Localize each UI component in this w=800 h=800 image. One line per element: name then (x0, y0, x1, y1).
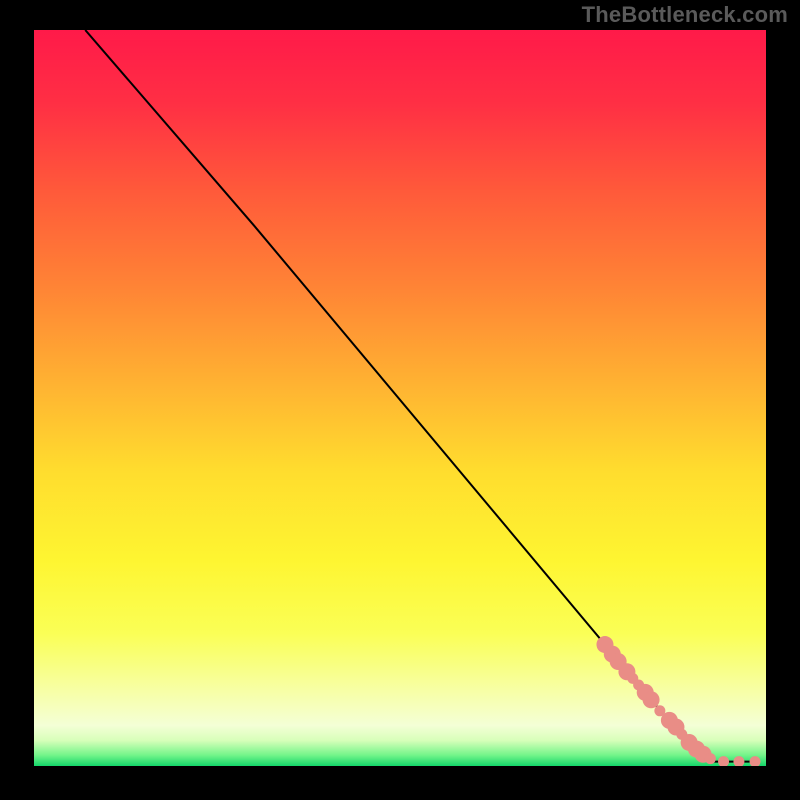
watermark-text: TheBottleneck.com (582, 2, 788, 28)
marker-dot (643, 691, 660, 708)
plot-canvas (34, 30, 766, 766)
marker-dot (705, 753, 716, 764)
chart-frame: TheBottleneck.com (0, 0, 800, 800)
plot-background (34, 30, 766, 766)
